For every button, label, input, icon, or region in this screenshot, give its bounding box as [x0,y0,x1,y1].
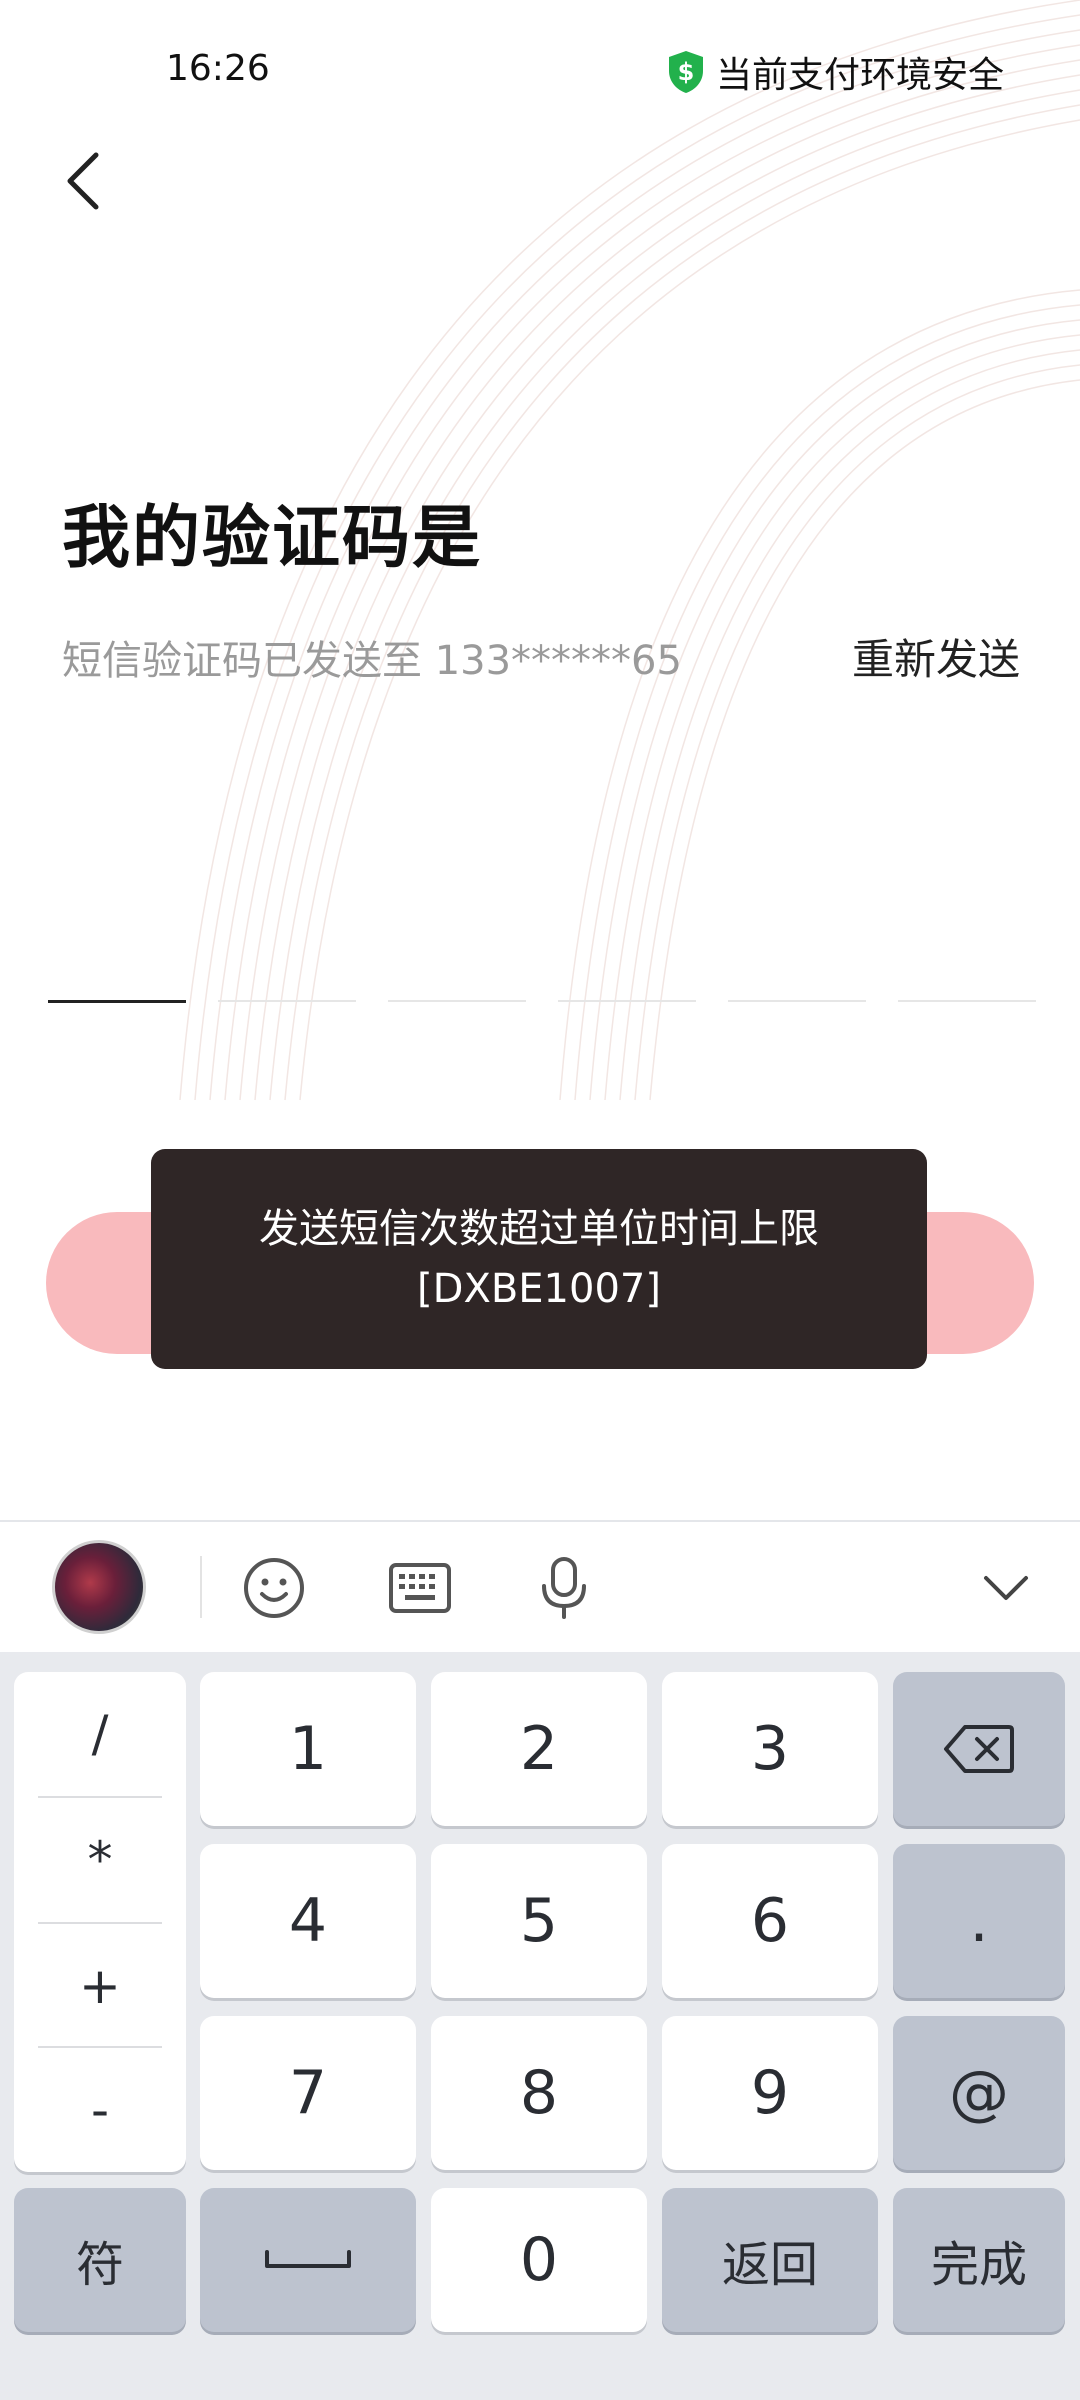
keyboard-toolbar [0,1520,1080,1654]
key-4[interactable]: 4 [200,1844,416,1998]
back-button[interactable] [52,146,112,216]
verification-code-input[interactable] [48,1000,1036,1003]
return-key[interactable]: 返回 [662,2188,878,2332]
key-2[interactable]: 2 [431,1672,647,1826]
chevron-left-icon [67,152,99,210]
backspace-key[interactable] [893,1672,1065,1826]
key-8[interactable]: 8 [431,2016,647,2170]
symbol-column: / * + - [14,1672,186,2172]
resend-button[interactable]: 重新发送 [852,626,1020,687]
key-slash[interactable]: / [14,1672,186,1796]
status-time: 16:26 [166,48,270,89]
microphone-icon [542,1557,586,1619]
code-slot-6[interactable] [898,1000,1036,1002]
error-toast: 发送短信次数超过单位时间上限 [DXBE1007] [151,1149,927,1369]
sms-sent-hint: 短信验证码已发送至 133******65 [62,638,682,684]
shield-icon: $ [668,51,703,93]
key-5[interactable]: 5 [431,1844,647,1998]
key-3[interactable]: 3 [662,1672,878,1826]
key-7[interactable]: 7 [200,2016,416,2170]
code-slot-5[interactable] [728,1000,866,1002]
emoji-icon [244,1558,304,1618]
keyboard-icon [389,1563,451,1613]
svg-text:$: $ [678,58,695,86]
backspace-icon [944,1725,1014,1773]
key-asterisk[interactable]: * [14,1798,186,1922]
security-status: $ 当前支付环境安全 [666,46,1004,98]
toast-error-code: [DXBE1007] [417,1266,661,1312]
security-status-text: 当前支付环境安全 [715,55,1004,96]
done-key[interactable]: 完成 [893,2188,1065,2332]
hide-keyboard-button[interactable] [966,1548,1046,1628]
key-minus[interactable]: - [14,2048,186,2172]
chevron-down-icon [984,1576,1028,1600]
space-icon [265,2250,351,2268]
key-dot[interactable]: . [893,1844,1065,1998]
emoji-button[interactable] [234,1548,314,1628]
key-1[interactable]: 1 [200,1672,416,1826]
code-slot-1[interactable] [48,1000,186,1003]
space-key[interactable] [200,2188,416,2332]
avatar[interactable] [52,1540,146,1634]
key-6[interactable]: 6 [662,1844,878,1998]
code-slot-4[interactable] [558,1000,696,1002]
numeric-keyboard: / * + - 1 2 3 4 5 6 . 7 8 9 @ 符 0 返回 完成 [0,1652,1080,2400]
keyboard-switch-button[interactable] [380,1548,460,1628]
toast-message: 发送短信次数超过单位时间上限 [259,1206,819,1252]
key-0[interactable]: 0 [431,2188,647,2332]
key-at[interactable]: @ [893,2016,1065,2170]
page-title: 我的验证码是 [62,499,483,578]
code-slot-2[interactable] [218,1000,356,1002]
code-slot-3[interactable] [388,1000,526,1002]
toolbar-divider [200,1556,202,1618]
symbol-key[interactable]: 符 [14,2188,186,2332]
key-9[interactable]: 9 [662,2016,878,2170]
voice-input-button[interactable] [524,1548,604,1628]
key-plus[interactable]: + [14,1924,186,2048]
